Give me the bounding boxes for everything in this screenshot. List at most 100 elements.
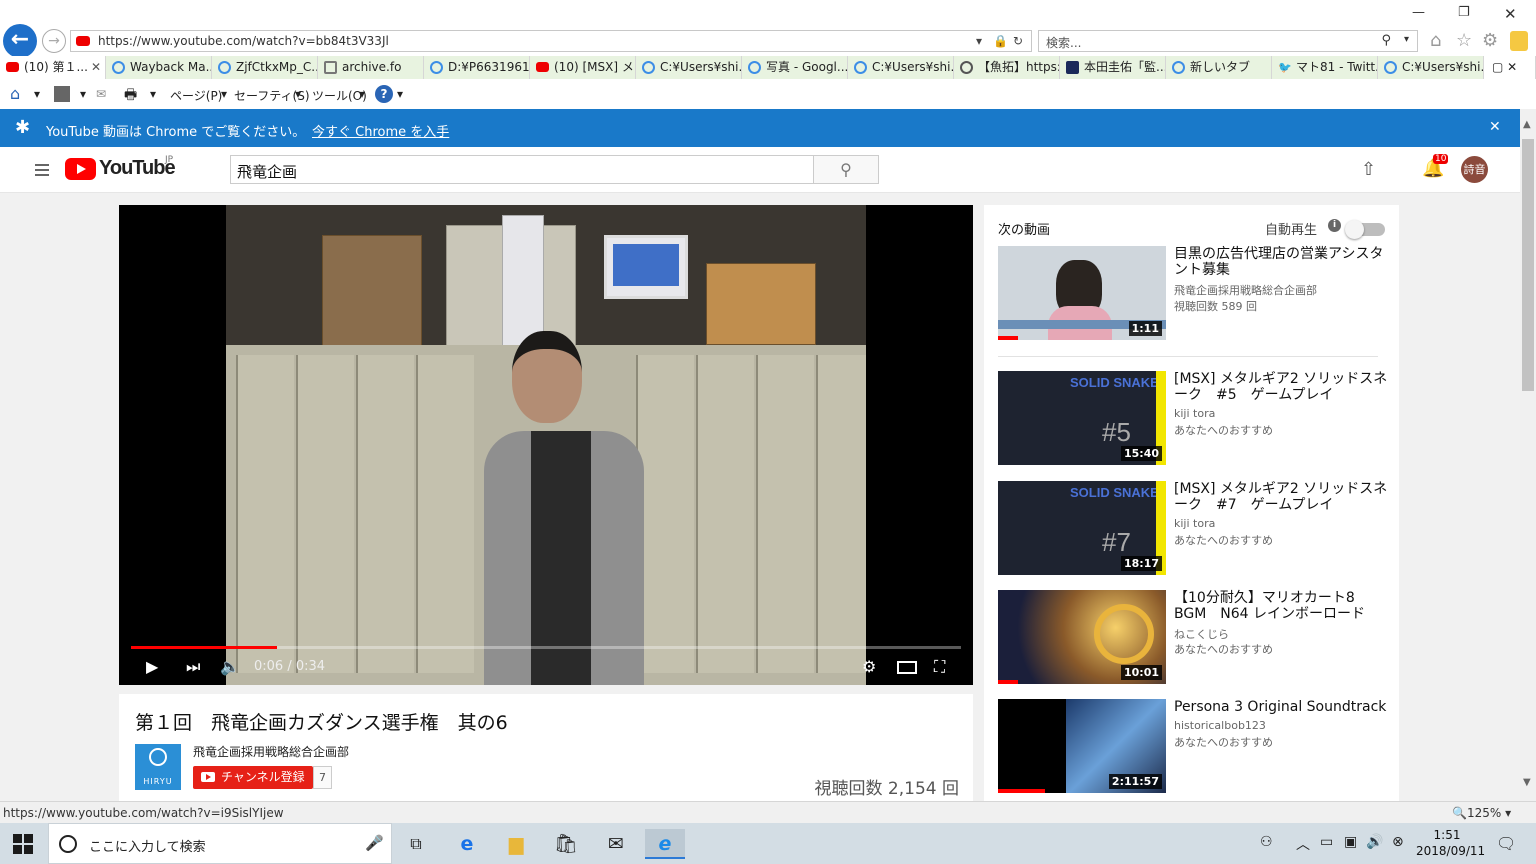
lock-icon[interactable]: 🔒	[993, 34, 1008, 48]
mail-app-icon[interactable]: ✉	[596, 829, 636, 859]
home-icon[interactable]: ⌂	[1430, 30, 1441, 51]
volume-icon[interactable]: 🔈	[220, 657, 240, 676]
tab-users-1[interactable]: C:¥Users¥shi...	[636, 56, 742, 79]
edge-browser-icon[interactable]: e	[447, 829, 487, 859]
tab-users-2[interactable]: C:¥Users¥shi...	[848, 56, 954, 79]
task-view-icon[interactable]: ⧉	[396, 829, 436, 859]
suggested-video-5[interactable]: 2:11:57 Persona 3 Original Soundtrack hi…	[998, 699, 1388, 795]
home-command-icon[interactable]: ⌂	[10, 84, 20, 103]
video-thumbnail[interactable]: 2:11:57	[998, 699, 1166, 793]
action-center-icon[interactable]: 🗨	[1496, 834, 1516, 853]
next-icon[interactable]: ⏭	[186, 657, 200, 677]
youtube-search-input[interactable]: 飛竜企画	[230, 155, 814, 184]
zoom-level[interactable]: 🔍125% ▾	[1452, 806, 1511, 820]
video-thumbnail[interactable]: 1:11	[998, 246, 1166, 340]
youtube-logo-icon[interactable]	[65, 158, 96, 180]
close-tab-icon[interactable]: ✕	[91, 56, 101, 78]
video-title[interactable]: [MSX] メタルギア2 ソリッドスネーク #5 ゲームプレイ	[1174, 371, 1388, 403]
taskbar-search-field[interactable]: ここに入力して検索 🎤	[48, 823, 392, 864]
play-icon[interactable]: ▶	[146, 657, 158, 676]
address-bar[interactable]: https://www.youtube.com/watch?v=bb84t3V3…	[70, 30, 1032, 52]
progress-bar[interactable]	[131, 646, 961, 649]
dropdown-arrow-icon[interactable]: ▾	[221, 87, 227, 101]
video-thumbnail[interactable]: SOLID SNAKE #5 15:40	[998, 371, 1166, 465]
dropdown-arrow-icon[interactable]: ▾	[150, 87, 156, 101]
suggested-video-4[interactable]: 10:01 【10分耐久】マリオカート8 BGM N64 レインボーロード ねこ…	[998, 590, 1388, 686]
store-icon[interactable]: 🛍	[546, 829, 586, 859]
scrollbar-thumb[interactable]	[1522, 139, 1534, 391]
autoplay-toggle[interactable]	[1345, 220, 1385, 239]
info-icon[interactable]: i	[1328, 219, 1341, 232]
upload-icon[interactable]: ⇧	[1361, 159, 1376, 180]
minimize-button[interactable]: —	[1412, 5, 1425, 20]
avatar[interactable]: 詩音	[1461, 156, 1488, 183]
search-dropdown-icon[interactable]: ▾	[1404, 34, 1409, 45]
tab-msx[interactable]: (10) [MSX] メ...	[530, 56, 636, 79]
network-icon[interactable]: ▣	[1344, 834, 1357, 850]
tab-google-photos[interactable]: 写真 - Googl...	[742, 56, 848, 79]
microphone-icon[interactable]: 🎤	[365, 834, 384, 852]
tab-gyotaku[interactable]: 【魚拓】https:/...	[954, 56, 1060, 79]
forward-button[interactable]: →	[42, 29, 66, 53]
video-thumbnail[interactable]: 10:01	[998, 590, 1166, 684]
file-explorer-icon[interactable]: ▆	[496, 829, 536, 859]
smiley-feedback-icon[interactable]	[1510, 31, 1528, 51]
suggested-video-3[interactable]: SOLID SNAKE #7 18:17 [MSX] メタルギア2 ソリッドスネ…	[998, 481, 1388, 577]
video-title[interactable]: Persona 3 Original Soundtrack	[1174, 699, 1388, 715]
fullscreen-icon[interactable]: ⛶	[934, 657, 945, 677]
back-button[interactable]: ←	[3, 24, 37, 58]
tab-twitter[interactable]: 🐦 マト81 - Twitt...	[1272, 56, 1378, 79]
channel-name[interactable]: 飛竜企画採用戦略総合企画部	[193, 743, 349, 760]
battery-icon[interactable]: ▭	[1320, 834, 1333, 850]
refresh-icon[interactable]: ↻	[1013, 34, 1023, 48]
tab-archive[interactable]: archive.fo	[318, 56, 424, 79]
rss-feed-icon[interactable]	[54, 86, 70, 102]
system-clock[interactable]: 1:51 2018/09/11	[1416, 827, 1485, 859]
channel-logo[interactable]: HIRYU	[135, 744, 181, 790]
video-title[interactable]: [MSX] メタルギア2 ソリッドスネーク #7 ゲームプレイ	[1174, 481, 1388, 513]
browser-search-field[interactable]: 検索... ⚲ ▾	[1038, 30, 1418, 52]
tab-d-drive[interactable]: D:¥P6631961...	[424, 56, 530, 79]
internet-explorer-icon[interactable]: e	[645, 829, 685, 859]
get-chrome-link[interactable]: 今すぐ Chrome を入手	[312, 121, 449, 140]
print-icon[interactable]: 🖶	[124, 84, 137, 108]
tab-honda[interactable]: 本田圭佑「監...	[1060, 56, 1166, 79]
tab-youtube-active[interactable]: (10) 第１... ✕	[0, 56, 106, 79]
dropdown-arrow-icon[interactable]: ▾	[976, 34, 982, 48]
video-player[interactable]: ▶ ⏭ 🔈 0:06 / 0:34 ⚙ ⛶	[119, 205, 973, 685]
video-title[interactable]: 目黒の広告代理店の営業アシスタント募集	[1174, 246, 1388, 278]
people-icon[interactable]: ⚇	[1260, 834, 1273, 850]
restore-button[interactable]: ❐	[1458, 5, 1470, 20]
mail-icon[interactable]: ✉	[96, 87, 106, 101]
suggested-video-2[interactable]: SOLID SNAKE #5 15:40 [MSX] メタルギア2 ソリッドスネ…	[998, 371, 1388, 467]
notification-status-icon[interactable]: ⊗	[1392, 834, 1404, 850]
tab-zjfctkx[interactable]: ZjfCtkxMp_C...	[212, 56, 318, 79]
dropdown-arrow-icon[interactable]: ▾	[34, 87, 40, 101]
favorites-star-icon[interactable]: ☆	[1456, 30, 1472, 51]
tab-wayback[interactable]: Wayback Ma...	[106, 56, 212, 79]
scroll-up-arrow-icon[interactable]: ▲	[1523, 119, 1531, 130]
help-icon[interactable]: ?	[375, 85, 393, 103]
menu-hamburger-icon[interactable]	[35, 164, 49, 176]
tab-new-tab[interactable]: 新しいタブ	[1166, 56, 1272, 79]
settings-gear-icon[interactable]: ⚙	[1482, 30, 1498, 51]
youtube-logo-text[interactable]: YouTube	[99, 157, 176, 180]
video-title[interactable]: 【10分耐久】マリオカート8 BGM N64 レインボーロード	[1174, 590, 1388, 622]
page-menu[interactable]: ページ(P)	[170, 87, 222, 104]
volume-tray-icon[interactable]: 🔊	[1366, 834, 1383, 850]
video-thumbnail[interactable]: SOLID SNAKE #7 18:17	[998, 481, 1166, 575]
scroll-down-arrow-icon[interactable]: ▼	[1523, 777, 1531, 788]
suggested-video-1[interactable]: 1:11 目黒の広告代理店の営業アシスタント募集 飛竜企画採用戦略総合企画部 視…	[998, 246, 1388, 342]
dropdown-arrow-icon[interactable]: ▾	[359, 87, 365, 101]
theater-mode-icon[interactable]	[897, 661, 917, 674]
windows-start-icon[interactable]	[13, 834, 33, 854]
dropdown-arrow-icon[interactable]: ▾	[397, 87, 403, 101]
dropdown-arrow-icon[interactable]: ▾	[295, 87, 301, 101]
youtube-search-button[interactable]: ⚲	[813, 155, 879, 184]
show-hidden-icons-chevron-icon[interactable]: ︿	[1296, 834, 1310, 854]
close-banner-icon[interactable]: ✕	[1489, 119, 1501, 135]
subscribe-button[interactable]: チャンネル登録	[193, 766, 313, 789]
close-window-button[interactable]: ✕	[1504, 5, 1517, 23]
new-tab-button[interactable]: ▢ ✕	[1484, 56, 1536, 79]
page-scrollbar[interactable]: ▲ ▼	[1520, 109, 1536, 801]
